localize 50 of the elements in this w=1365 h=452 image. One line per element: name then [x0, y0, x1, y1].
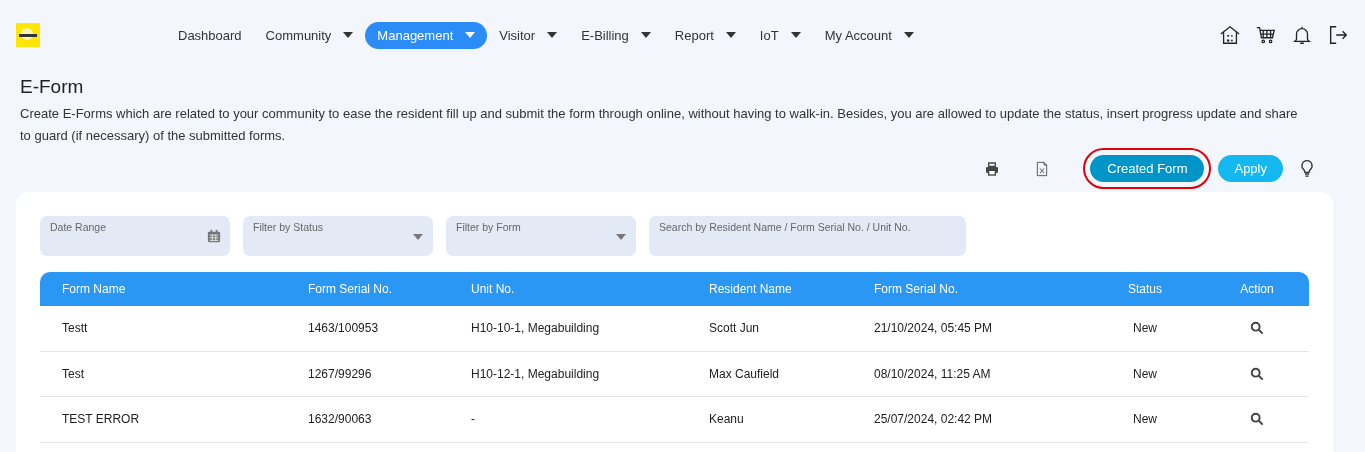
search-icon[interactable]	[1250, 321, 1264, 336]
nav-tab[interactable]: Community	[253, 21, 366, 49]
page-description: Create E-Forms which are related to your community to ease the resident fill up and submit the form through online, without having to walk-in. Besides, you are allowed to update the status, insert progress update and share to guard (if necessary) of the submitted forms.	[20, 105, 1299, 145]
table-cell-text: 1632/90063	[307, 412, 373, 427]
caret-icon	[413, 234, 423, 240]
column-header: Status	[1128, 282, 1162, 296]
table-cell-text: 1267/99296	[307, 366, 373, 381]
logo-icon[interactable]	[16, 23, 40, 47]
table-cell-text: TEST ERROR	[61, 412, 141, 427]
table-cell-text: Keanu	[708, 412, 745, 427]
table-cell-text: 25/07/2024, 02:42 PM	[873, 412, 994, 427]
print-icon[interactable]	[984, 160, 1001, 177]
nav-tab[interactable]: Visitor	[487, 21, 570, 49]
search-icon[interactable]	[1250, 412, 1264, 427]
filter-dropdown[interactable]: Filter by Form	[446, 216, 636, 256]
table-cell-text: Test	[61, 366, 85, 381]
column-header: Form Name	[61, 282, 127, 296]
nav-tab[interactable]: Report	[662, 21, 748, 49]
column-header: Unit No.	[470, 282, 516, 296]
table-cell-text: Max Caufield	[708, 366, 781, 381]
table-cell-text: Testt	[61, 321, 89, 336]
table-cell-text: 21/10/2024, 05:45 PM	[873, 321, 994, 336]
table-cell-text: -	[470, 412, 476, 427]
search-field[interactable]: Search by Resident Name / Form Serial No. / Unit No.	[649, 216, 966, 256]
table-cell-text: 1463/100953	[307, 321, 380, 336]
search-icon[interactable]	[1250, 366, 1264, 381]
calendar-icon	[207, 229, 221, 243]
notification-icon[interactable]	[1291, 24, 1313, 46]
status-text: New	[1133, 412, 1157, 427]
column-header: Resident Name	[708, 282, 793, 296]
filter-dropdown[interactable]: Filter by Status	[243, 216, 433, 256]
nav-tab[interactable]: IoT	[747, 21, 813, 49]
logout-icon[interactable]	[1327, 24, 1349, 46]
column-header: Form Serial No.	[307, 282, 394, 296]
table-cell-text: 08/10/2024, 11:25 AM	[873, 366, 992, 381]
nav-tab[interactable]: E-Billing	[569, 21, 663, 49]
table-cell-text: Scott Jun	[708, 321, 761, 336]
page-title: E-Form	[20, 76, 85, 98]
date-field[interactable]: Date Range	[40, 216, 230, 256]
nav-tab[interactable]: Dashboard	[166, 21, 254, 49]
caret-icon	[616, 234, 626, 240]
nav-tab[interactable]: My Account	[812, 21, 926, 49]
house-icon[interactable]	[1219, 24, 1241, 46]
status-text: New	[1133, 321, 1157, 336]
status-text: New	[1133, 366, 1157, 381]
table-cell-text: H10-10-1, Megabuilding	[470, 321, 601, 336]
table-cell-text: H10-12-1, Megabuilding	[470, 366, 601, 381]
cart-icon[interactable]	[1255, 24, 1277, 46]
column-header: Form Serial No.	[873, 282, 960, 296]
column-header: Action	[1240, 282, 1274, 296]
